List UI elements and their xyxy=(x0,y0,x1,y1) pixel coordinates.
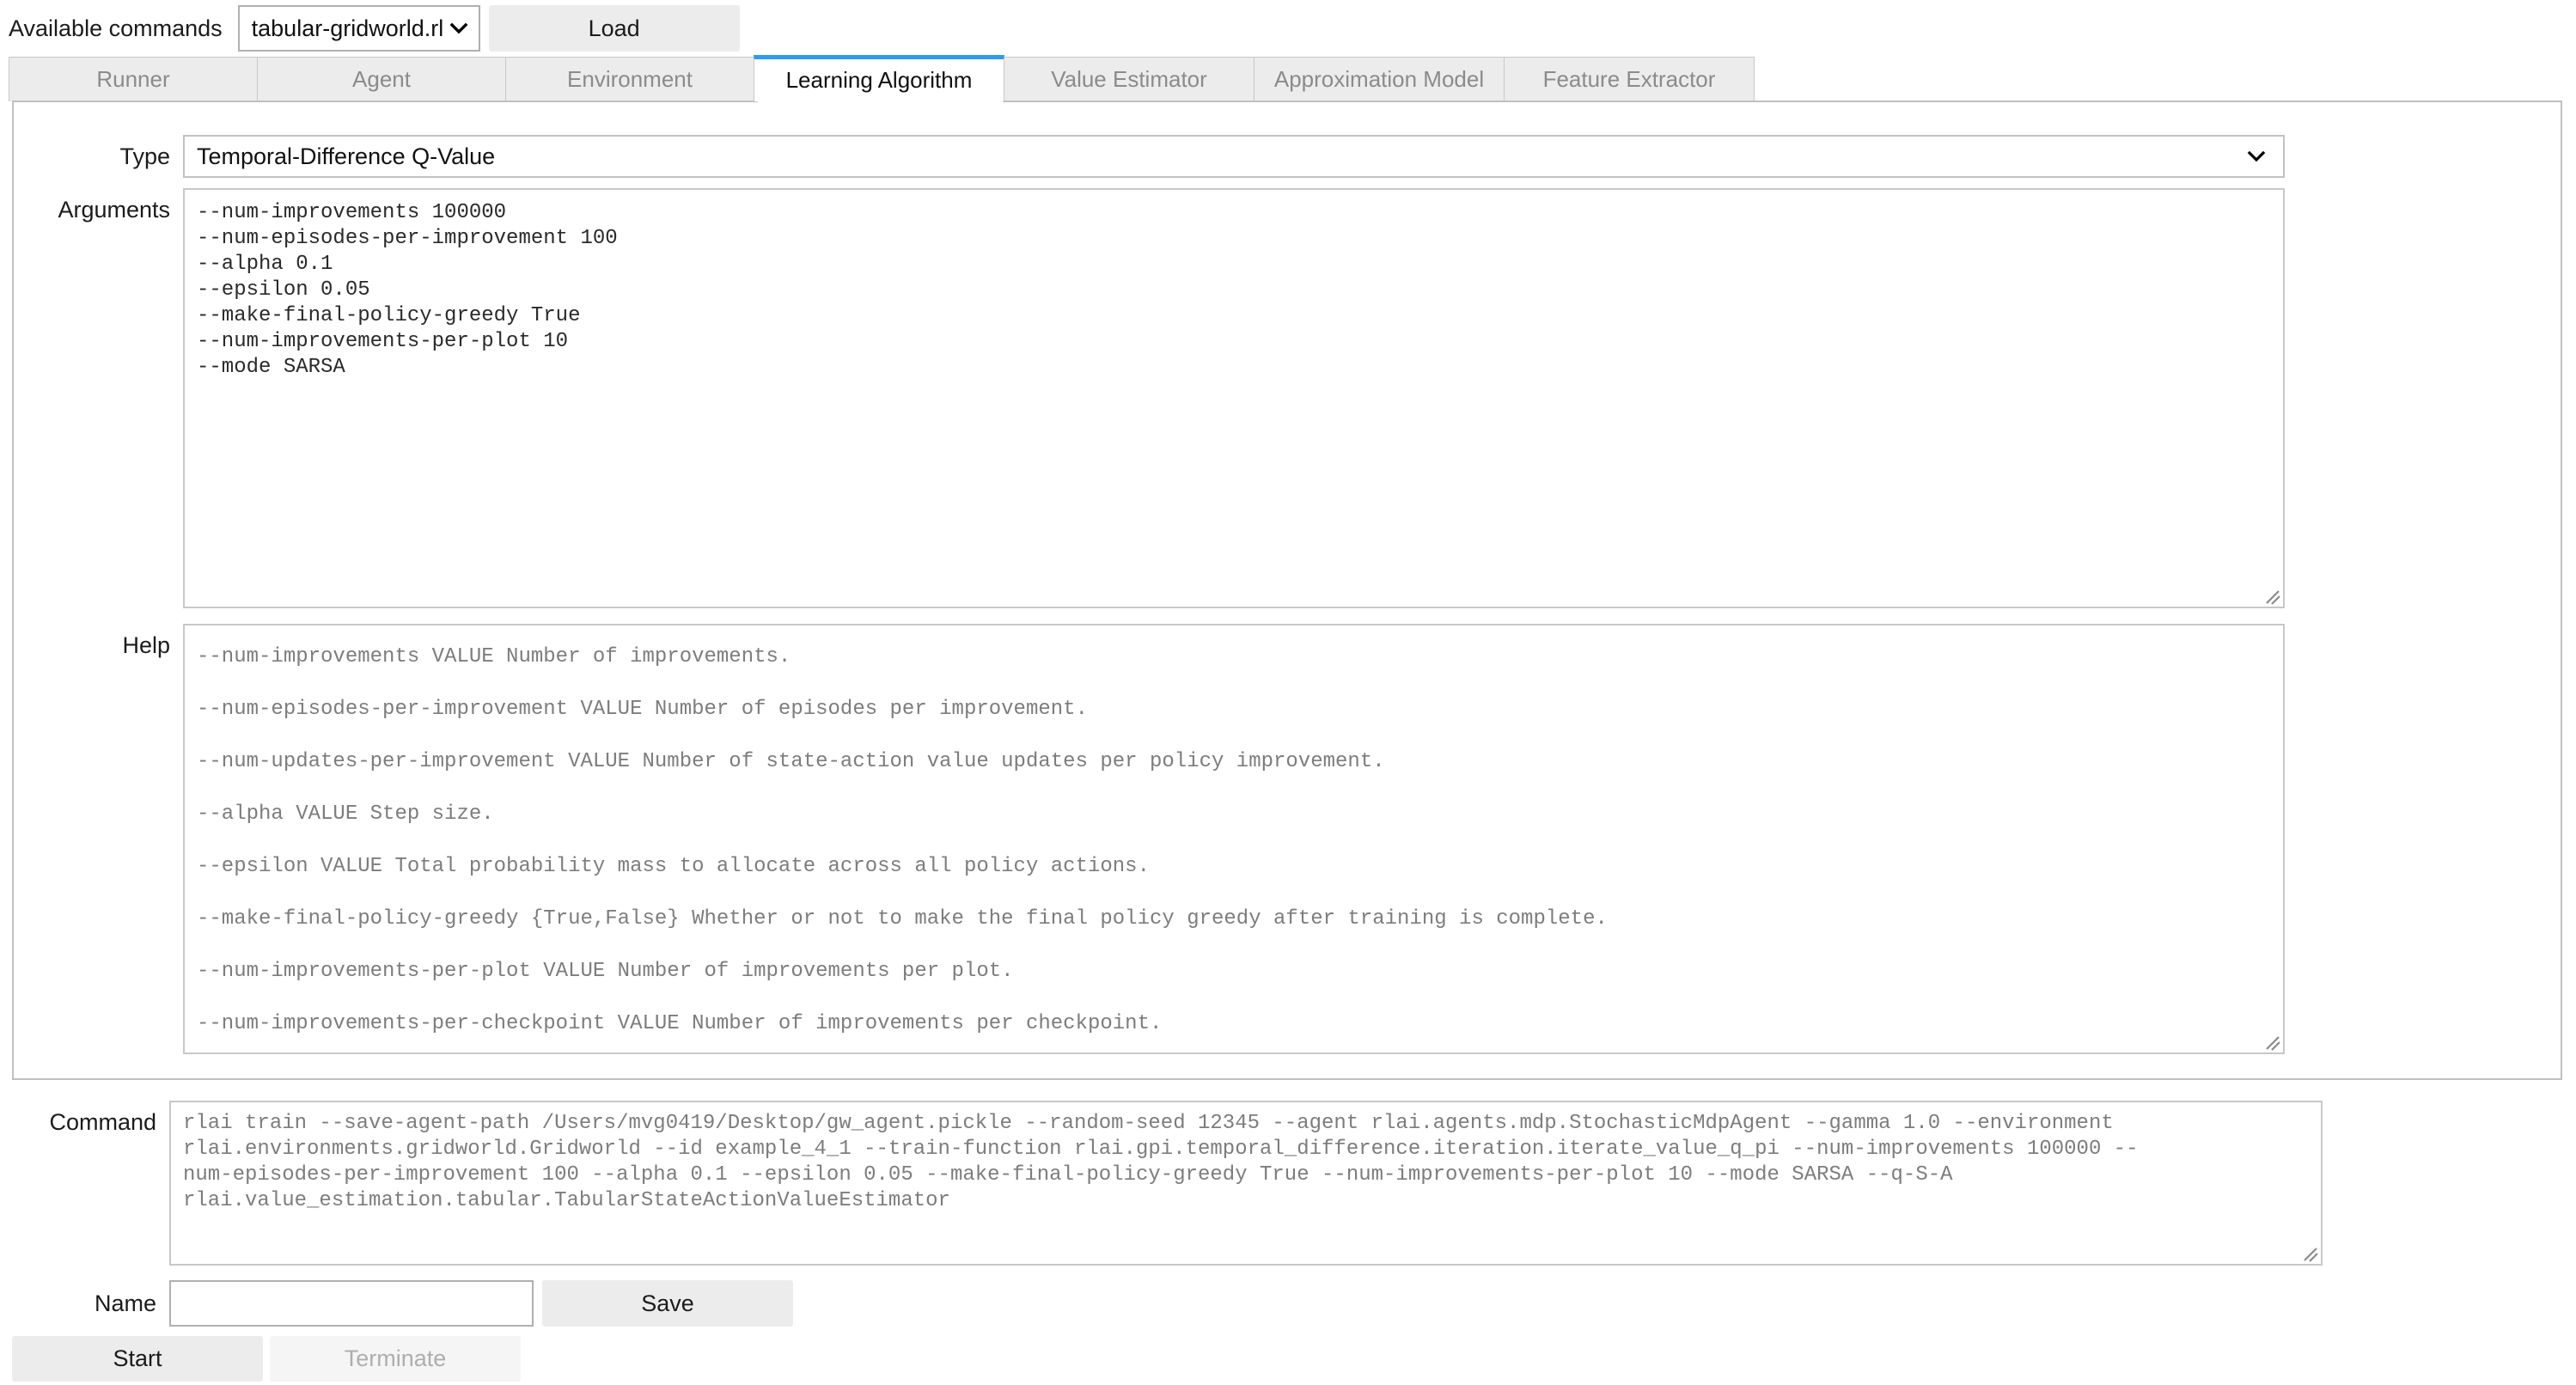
available-commands-label: Available commands xyxy=(9,15,223,41)
tab-value-estimator[interactable]: Value Estimator xyxy=(1004,57,1254,101)
start-button[interactable]: Start xyxy=(12,1336,263,1382)
tab-agent[interactable]: Agent xyxy=(257,57,506,101)
type-selected-value: Temporal-Difference Q-Value xyxy=(197,143,496,169)
load-button[interactable]: Load xyxy=(488,5,740,52)
chevron-down-icon xyxy=(449,19,468,38)
tab-bar: Runner Agent Environment Learning Algori… xyxy=(0,55,2576,101)
tab-runner-label: Runner xyxy=(96,66,170,92)
available-commands-select[interactable]: tabular-gridworld.rlai xyxy=(237,5,480,52)
type-row: Type Temporal-Difference Q-Value xyxy=(14,135,2561,178)
available-commands-selected-value: tabular-gridworld.rlai xyxy=(251,15,443,41)
command-row: Command rlai train --save-agent-path /Us… xyxy=(0,1101,2323,1266)
arguments-label: Arguments xyxy=(58,197,170,223)
available-commands-bar: Available commands tabular-gridworld.rla… xyxy=(0,0,2576,57)
tab-environment[interactable]: Environment xyxy=(505,57,754,101)
help-row: Help --num-improvements VALUE Number of … xyxy=(14,624,2561,1054)
arguments-textarea-wrap: --num-improvements 100000 --num-episodes… xyxy=(183,188,2285,608)
tab-feature-extractor-label: Feature Extractor xyxy=(1542,66,1716,92)
tab-feature-extractor[interactable]: Feature Extractor xyxy=(1504,57,1755,101)
name-row: Name Save xyxy=(0,1280,793,1327)
arguments-textarea[interactable]: --num-improvements 100000 --num-episodes… xyxy=(183,188,2285,608)
tab-approximation-model-label: Approximation Model xyxy=(1273,66,1485,92)
help-textarea-wrap: --num-improvements VALUE Number of impro… xyxy=(183,624,2285,1054)
type-select[interactable]: Temporal-Difference Q-Value xyxy=(183,135,2285,178)
terminate-button: Terminate xyxy=(270,1336,521,1382)
arguments-row: Arguments --num-improvements 100000 --nu… xyxy=(14,188,2561,608)
chevron-down-icon xyxy=(2247,147,2266,166)
tab-value-estimator-label: Value Estimator xyxy=(1051,66,1207,92)
command-textarea[interactable]: rlai train --save-agent-path /Users/mvg0… xyxy=(169,1101,2323,1266)
run-controls: Start Terminate xyxy=(12,1336,521,1382)
name-input[interactable] xyxy=(169,1280,534,1327)
help-textarea[interactable]: --num-improvements VALUE Number of impro… xyxy=(183,624,2285,1054)
command-textarea-wrap: rlai train --save-agent-path /Users/mvg0… xyxy=(169,1101,2323,1266)
tab-agent-label: Agent xyxy=(352,66,411,92)
help-label: Help xyxy=(122,632,170,658)
tab-environment-label: Environment xyxy=(567,66,693,92)
name-label: Name xyxy=(94,1290,156,1316)
learning-algorithm-panel: Type Temporal-Difference Q-Value Argumen… xyxy=(12,101,2562,1080)
tab-learning-algorithm-label: Learning Algorithm xyxy=(785,67,973,93)
save-button[interactable]: Save xyxy=(542,1280,793,1327)
tab-runner[interactable]: Runner xyxy=(9,57,258,101)
tab-approximation-model[interactable]: Approximation Model xyxy=(1254,57,1505,101)
command-label: Command xyxy=(49,1109,156,1135)
tab-learning-algorithm[interactable]: Learning Algorithm xyxy=(754,55,1004,101)
type-label: Type xyxy=(119,143,170,169)
